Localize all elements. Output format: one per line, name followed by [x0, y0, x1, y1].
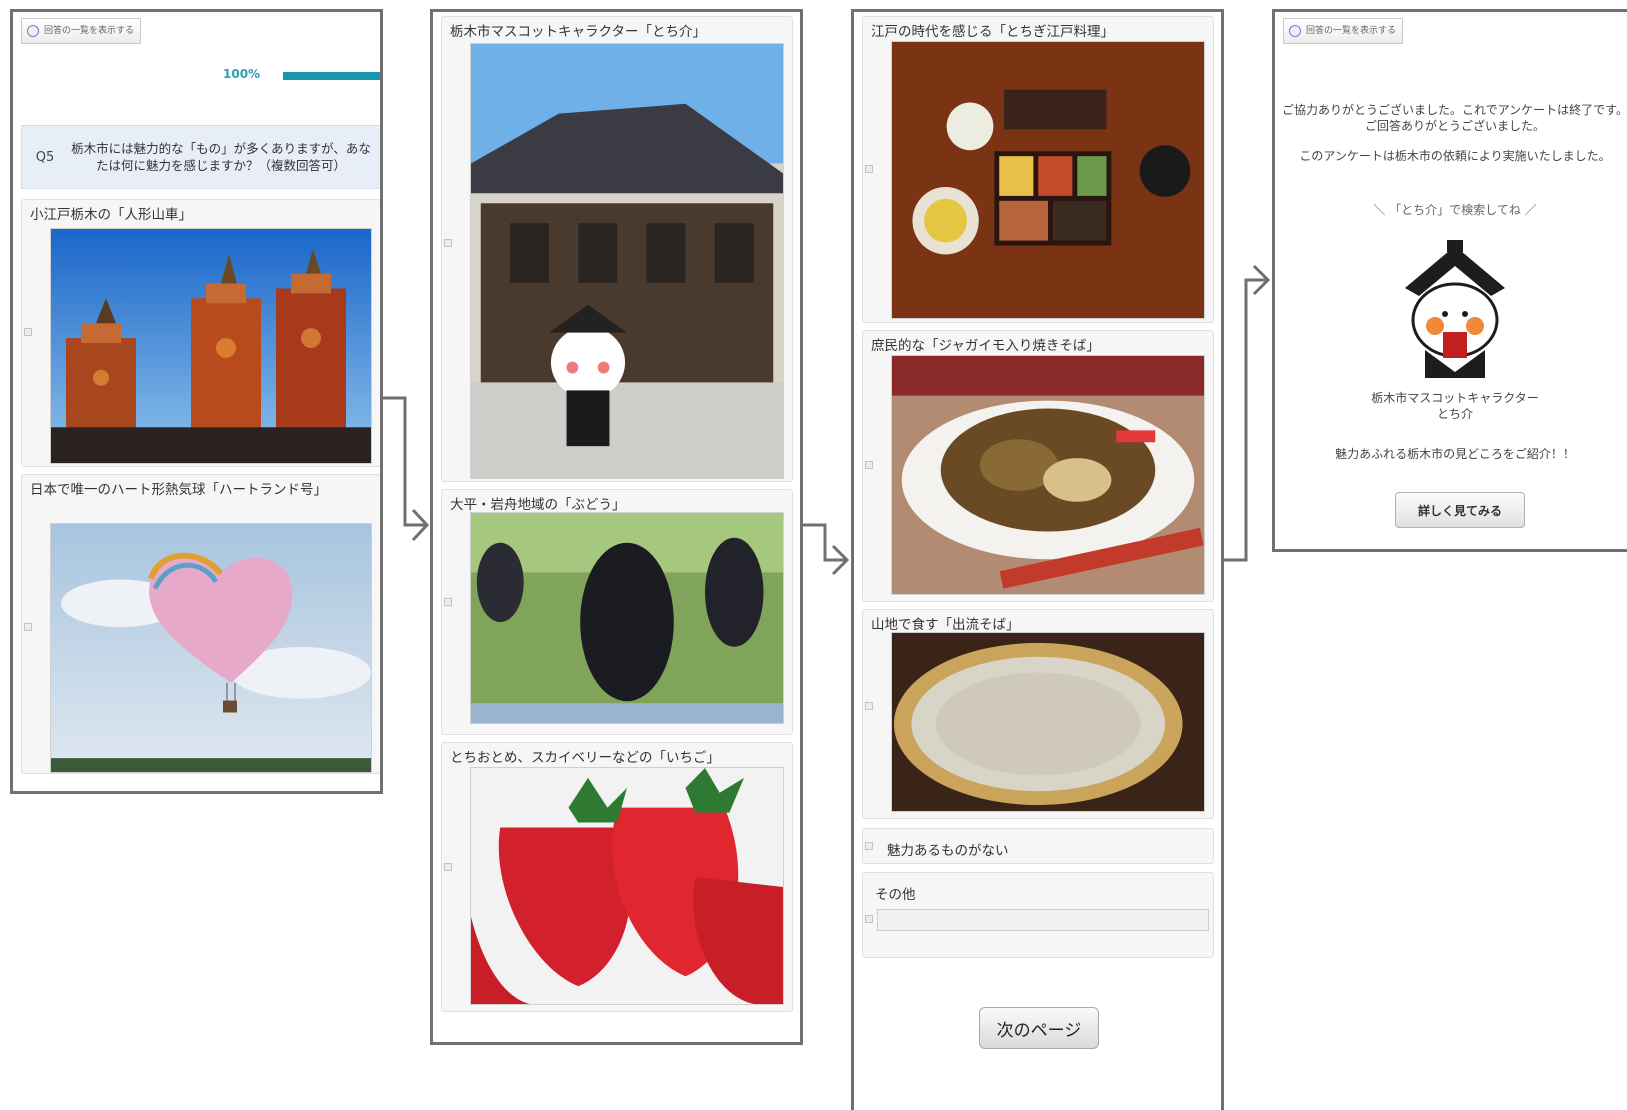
option-label: 栃木市マスコットキャラクター「とち介」	[450, 24, 706, 40]
question-number: Q5	[35, 149, 55, 165]
strawberry-photo	[470, 767, 784, 1005]
thanks-message: ご協力ありがとうございました。これでアンケートは終了です。ご回答ありがとうござい…	[1282, 103, 1627, 133]
option-checkbox[interactable]	[865, 702, 873, 710]
flow-arrow-3-4	[1224, 278, 1266, 562]
grapes-photo	[470, 512, 784, 724]
arrowhead-2-3	[831, 544, 850, 576]
search-hint-text: 「とち介」で検索してね	[1389, 203, 1521, 217]
option-label: 庶民的な「ジャガイモ入り焼きそば」	[871, 338, 1100, 354]
option-tochisuke[interactable]: 栃木市マスコットキャラクター「とち介」	[441, 16, 793, 482]
option-other[interactable]: その他	[862, 872, 1214, 958]
see-more-button[interactable]: 詳しく見てみる	[1395, 492, 1525, 528]
option-checkbox[interactable]	[444, 598, 452, 606]
other-text-field[interactable]	[877, 909, 1209, 931]
option-edo-cuisine[interactable]: 江戸の時代を感じる「とちぎ江戸料理」	[862, 16, 1214, 323]
option-checkbox[interactable]	[865, 165, 873, 173]
mascot-name: とち介	[1436, 407, 1473, 421]
tochisuke-storehouse-photo	[470, 43, 784, 479]
option-label: とちおとめ、スカイベリーなどの「いちご」	[450, 750, 720, 766]
survey-complete-page: 回答の一覧を表示する ご協力ありがとうございました。これでアンケートは終了です。…	[1272, 9, 1627, 552]
option-heartland-balloon[interactable]: 日本で唯一のハート形熱気球「ハートランド号」	[21, 474, 380, 774]
option-checkbox[interactable]	[444, 863, 452, 871]
request-message: このアンケートは栃木市の依頼により実施いたしました。	[1299, 149, 1611, 163]
option-checkbox[interactable]	[865, 842, 873, 850]
arrowhead-3-4	[1252, 264, 1271, 296]
option-grapes[interactable]: 大平・岩舟地域の「ぶどう」	[441, 489, 793, 735]
option-label: 日本で唯一のハート形熱気球「ハートランド号」	[30, 482, 327, 498]
option-no-attraction[interactable]: 魅力あるものがない	[862, 828, 1214, 864]
potato-yakisoba-photo	[891, 355, 1205, 595]
search-hint: ＼ 「とち介」で検索してね ／	[1275, 202, 1627, 218]
festival-float-photo	[50, 228, 372, 464]
option-label: 江戸の時代を感じる「とちぎ江戸料理」	[871, 24, 1114, 40]
option-strawberry[interactable]: とちおとめ、スカイベリーなどの「いちご」	[441, 742, 793, 1012]
progress-bar-fill	[283, 72, 380, 80]
magnifier-icon	[1289, 25, 1301, 37]
option-potato-yakisoba[interactable]: 庶民的な「ジャガイモ入り焼きそば」	[862, 330, 1214, 602]
answer-list-link[interactable]: 回答の一覧を表示する	[21, 18, 142, 44]
survey-page-2: 栃木市マスコットキャラクター「とち介」 大平・岩舟地域の「ぶどう」 とちおとめ、…	[430, 9, 803, 1045]
sparkle-left-icon: ＼	[1373, 203, 1390, 217]
magnifier-icon	[27, 25, 39, 37]
option-checkbox[interactable]	[865, 915, 873, 923]
sparkle-right-icon: ／	[1520, 203, 1537, 217]
intro-text: 魅力あふれる栃木市の見どころをご紹介！！	[1335, 447, 1575, 461]
answer-list-link[interactable]: 回答の一覧を表示する	[1283, 18, 1404, 44]
next-page-button[interactable]: 次のページ	[979, 1007, 1099, 1049]
answer-list-link-label: 回答の一覧を表示する	[1306, 26, 1397, 36]
option-ningyo-dashi[interactable]: 小江戸栃木の「人形山車」	[21, 199, 380, 467]
arrowhead-1-2	[411, 508, 430, 542]
progress-bar	[283, 72, 380, 80]
survey-page-1: 回答の一覧を表示する 100% Q5 栃木市には魅力的な「もの」が多くありますが…	[10, 9, 383, 794]
answer-list-link-label: 回答の一覧を表示する	[44, 26, 135, 36]
tochisuke-mascot-image	[1395, 240, 1515, 380]
progress-percent: 100%	[223, 67, 261, 81]
option-label: 魅力あるものがない	[887, 843, 1009, 859]
option-checkbox[interactable]	[865, 461, 873, 469]
flow-arrow-2-3	[803, 523, 845, 562]
option-label: 小江戸栃木の「人形山車」	[30, 207, 192, 223]
heart-balloon-photo	[50, 523, 372, 773]
option-izuru-soba[interactable]: 山地で食す「出流そば」	[862, 609, 1214, 819]
mascot-caption: 栃木市マスコットキャラクター	[1371, 391, 1539, 405]
izuru-soba-photo	[891, 632, 1205, 812]
option-label: その他	[875, 887, 916, 903]
edo-cuisine-photo	[891, 41, 1205, 319]
question-text: 栃木市には魅力的な「もの」が多くありますが、あなたは何に魅力を感じますか？（複数…	[71, 141, 371, 173]
survey-page-3: 江戸の時代を感じる「とちぎ江戸料理」 庶民的な「ジャガイモ入り焼きそば」 山地で…	[851, 9, 1224, 1110]
option-checkbox[interactable]	[24, 623, 32, 631]
flow-arrow-1-2	[383, 396, 425, 527]
option-checkbox[interactable]	[24, 328, 32, 336]
question-header: Q5 栃木市には魅力的な「もの」が多くありますが、あなたは何に魅力を感じますか？…	[21, 125, 380, 189]
option-checkbox[interactable]	[444, 239, 452, 247]
